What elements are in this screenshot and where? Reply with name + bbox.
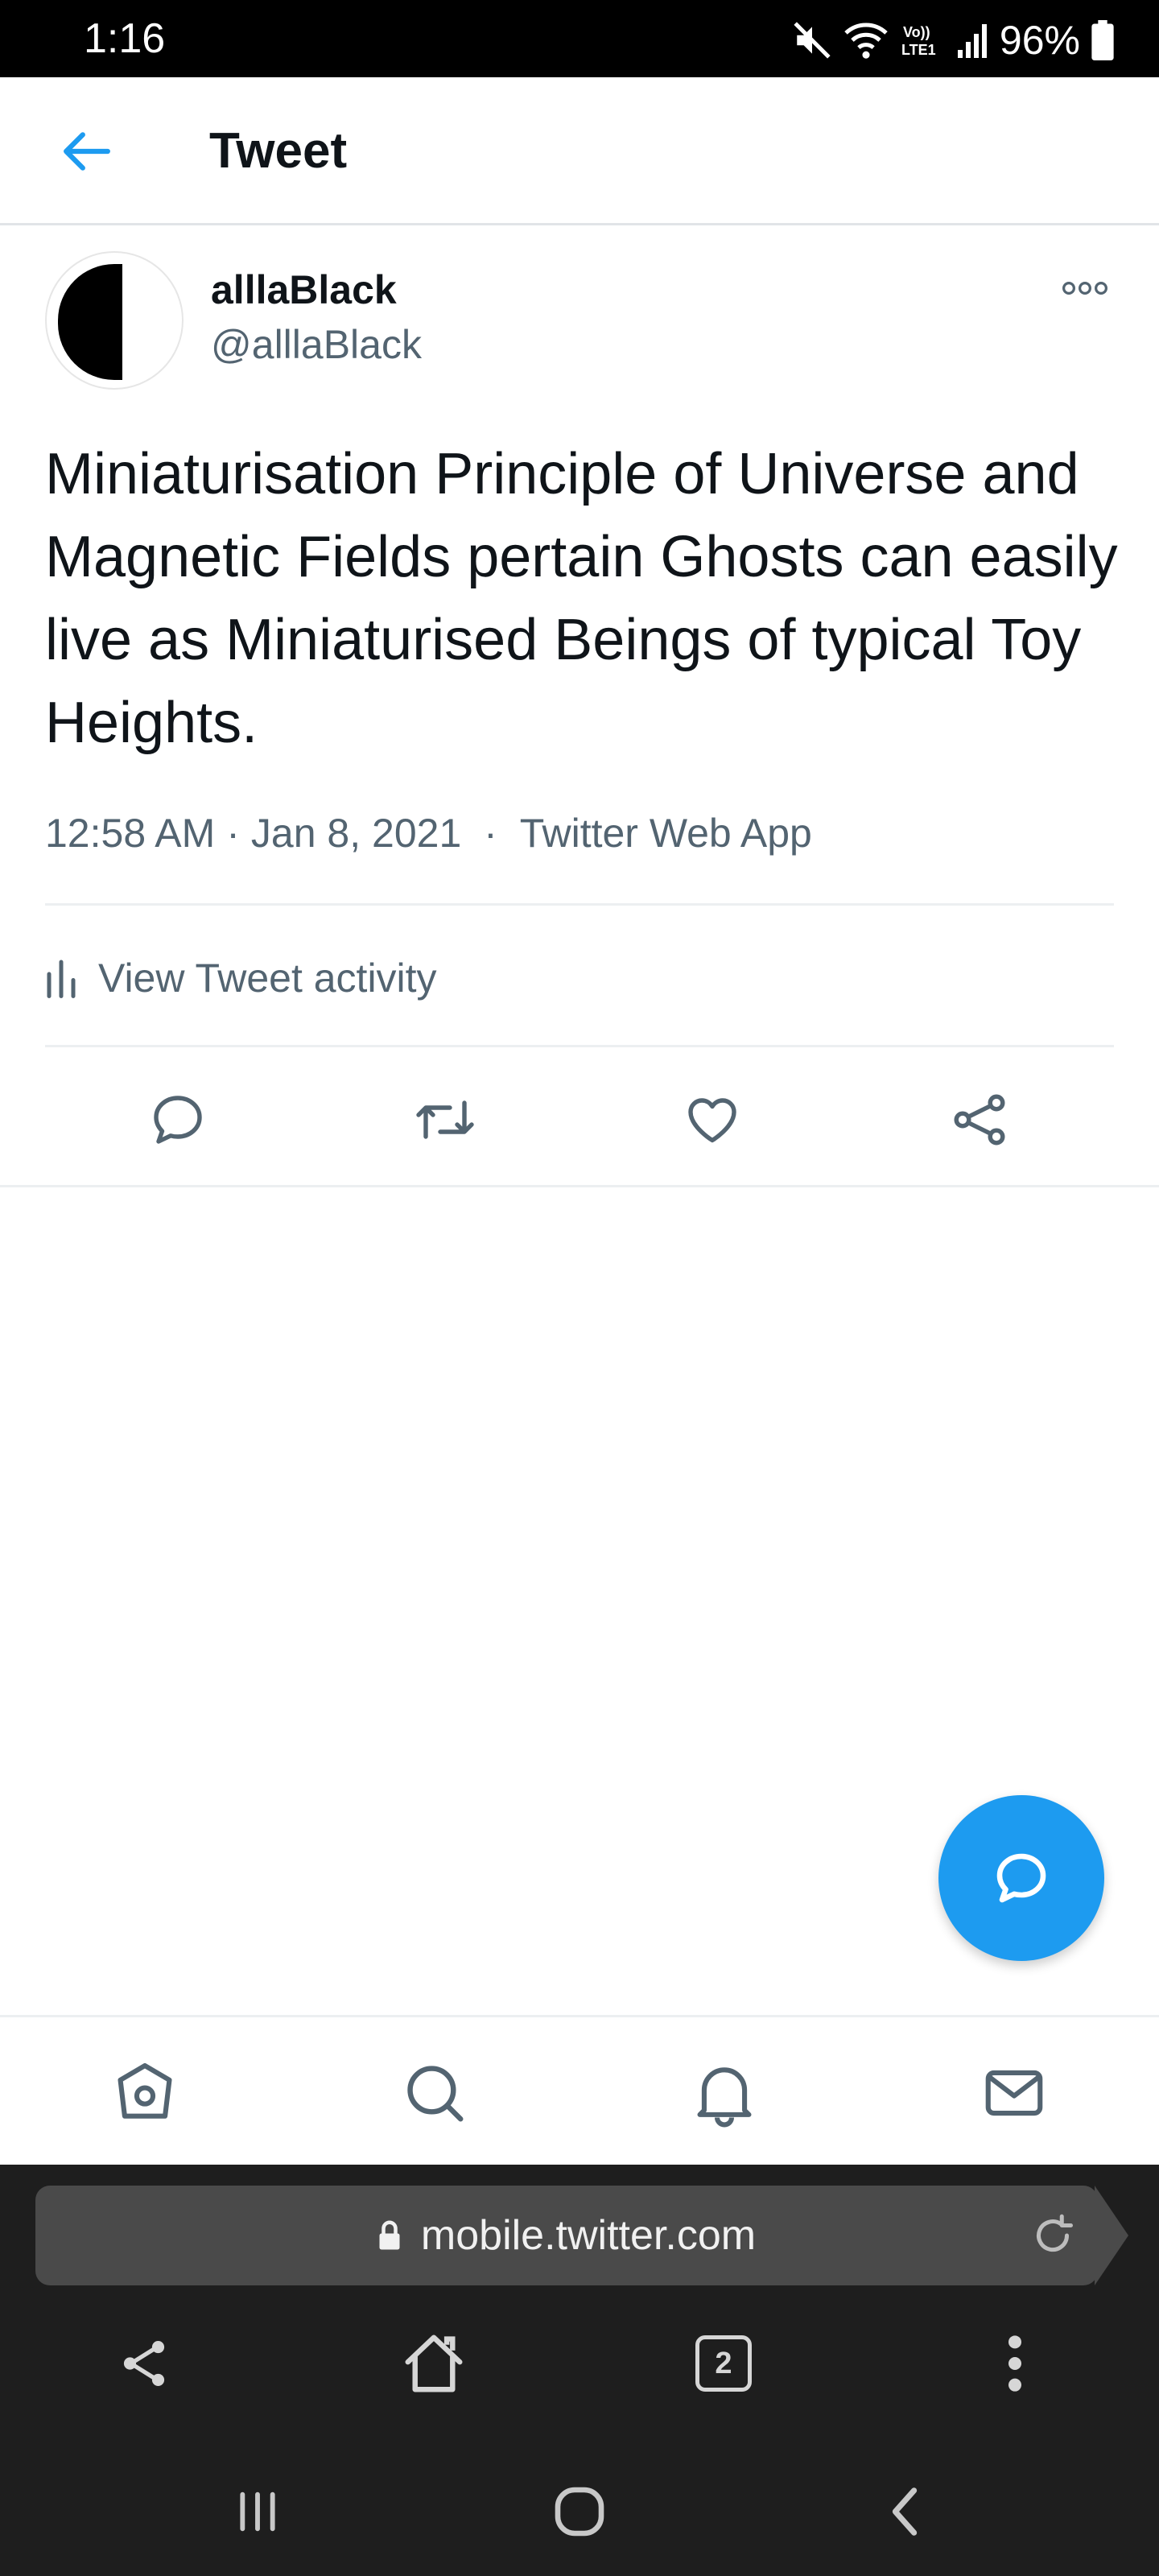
battery-icon	[1091, 20, 1114, 60]
author-display-name[interactable]: alllaBlack	[211, 266, 397, 314]
status-time: 1:16	[84, 15, 166, 62]
meta-separator: ·	[472, 811, 509, 856]
tab-count: 2	[695, 2335, 752, 2392]
lock-icon	[379, 2220, 400, 2250]
home-icon	[405, 2334, 463, 2392]
url-bar-arrow	[1095, 2186, 1128, 2285]
svg-text:LTE1: LTE1	[901, 42, 936, 58]
divider	[45, 903, 1114, 906]
signal-icon	[957, 24, 987, 58]
analytics-icon	[47, 960, 76, 998]
home-button[interactable]	[539, 2471, 620, 2552]
browser-share-button[interactable]	[100, 2319, 188, 2408]
browser-menu-button[interactable]	[971, 2319, 1059, 2408]
tweet-date[interactable]: Jan 8, 2021	[251, 811, 461, 856]
share-button[interactable]	[943, 1084, 1016, 1156]
bell-icon	[697, 2067, 752, 2128]
like-button[interactable]	[676, 1084, 749, 1156]
reply-icon	[154, 1096, 202, 1144]
recent-apps-button[interactable]	[217, 2471, 298, 2552]
view-tweet-activity-label: View Tweet activity	[98, 956, 437, 1001]
mail-icon	[985, 2070, 1043, 2116]
browser-tabs-button[interactable]: 2	[679, 2319, 768, 2408]
back-arrow-icon	[64, 132, 110, 171]
divider	[45, 1045, 1114, 1047]
status-bar: 1:16 Vo)) LTE1 96%	[0, 0, 1159, 77]
nav-messages[interactable]	[974, 2053, 1054, 2133]
back-chevron-icon	[892, 2487, 918, 2536]
reply-icon	[996, 1853, 1046, 1903]
retweet-icon	[416, 1100, 474, 1139]
browser-home-button[interactable]	[390, 2319, 478, 2408]
home-icon	[118, 2062, 172, 2119]
recent-apps-icon	[240, 2491, 275, 2532]
retweet-button[interactable]	[409, 1084, 481, 1156]
share-icon	[123, 2341, 165, 2386]
author-handle[interactable]: @alllaBlack	[211, 320, 422, 369]
back-system-button[interactable]	[864, 2471, 945, 2552]
lte-icon: Vo)) LTE1	[901, 24, 936, 58]
divider	[0, 1185, 1159, 1187]
avatar[interactable]	[45, 251, 184, 390]
status-icons: Vo)) LTE1 96%	[792, 18, 1114, 63]
more-options-button[interactable]	[1046, 266, 1124, 311]
more-vertical-icon	[1008, 2335, 1021, 2392]
meta-separator: ·	[226, 811, 240, 856]
back-button[interactable]	[45, 116, 129, 187]
nav-search[interactable]	[394, 2053, 475, 2133]
reload-button[interactable]	[1029, 2211, 1077, 2260]
url-display: mobile.twitter.com	[35, 2186, 1098, 2285]
tweet-meta: 12:58 AM · Jan 8, 2021 · Twitter Web App	[45, 805, 812, 861]
url-text: mobile.twitter.com	[420, 2212, 757, 2259]
search-icon	[407, 2066, 464, 2122]
mute-icon	[794, 22, 831, 59]
battery-percentage: 96%	[999, 18, 1080, 63]
wifi-icon	[844, 23, 888, 59]
nav-home[interactable]	[105, 2053, 185, 2133]
heart-icon	[688, 1098, 736, 1143]
home-circle-icon	[555, 2487, 604, 2537]
tweet-text: Miniaturisation Principle of Universe an…	[45, 442, 1118, 755]
svg-text:Vo)): Vo))	[903, 24, 930, 40]
view-tweet-activity-link[interactable]: View Tweet activity	[45, 942, 437, 1014]
tweet-actions	[0, 1055, 1159, 1175]
system-navigation-bar	[0, 2439, 1159, 2576]
url-bar[interactable]: mobile.twitter.com	[35, 2186, 1098, 2285]
share-icon	[954, 1094, 1005, 1146]
nav-notifications[interactable]	[684, 2053, 765, 2133]
compose-reply-button[interactable]	[938, 1795, 1104, 1961]
reply-button[interactable]	[142, 1084, 214, 1156]
page-title: Tweet	[209, 123, 348, 179]
top-app-bar: Tweet	[0, 77, 1159, 225]
more-icon	[1062, 281, 1107, 295]
reload-icon	[1037, 2214, 1073, 2252]
tweet-source[interactable]: Twitter Web App	[520, 811, 812, 856]
tweet-time[interactable]: 12:58 AM	[45, 811, 215, 856]
bottom-navigation	[0, 2015, 1159, 2165]
